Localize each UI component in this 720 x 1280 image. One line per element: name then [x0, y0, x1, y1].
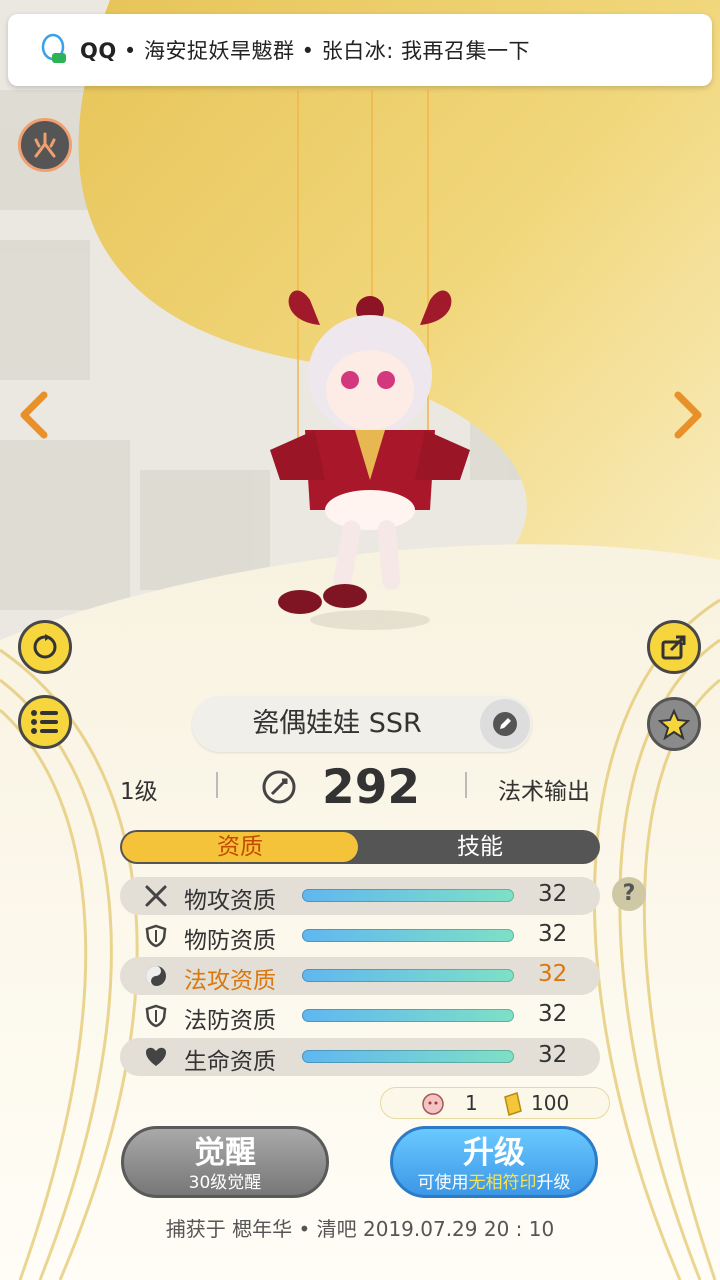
awaken-button[interactable]: 觉醒 30级觉醒 — [121, 1126, 329, 1198]
star-icon — [658, 708, 690, 740]
share-button[interactable] — [647, 620, 701, 674]
attribute-label: 生命资质 — [184, 1049, 276, 1075]
rename-button[interactable] — [480, 699, 530, 749]
candy-icon — [422, 1093, 444, 1115]
character-doll[interactable] — [250, 280, 490, 640]
attribute-row: 法防资质 32 — [120, 997, 600, 1035]
qq-penguin-icon — [41, 33, 66, 63]
coin-count: 100 — [531, 1091, 570, 1115]
awaken-sublabel: 30级觉醒 — [188, 1173, 262, 1193]
next-arrow-icon[interactable] — [668, 385, 708, 445]
attribute-value: 32 — [538, 1042, 568, 1068]
attribute-row: 物防资质 32 — [120, 917, 600, 955]
tab-skills[interactable]: 技能 — [360, 830, 600, 864]
attribute-bar — [302, 889, 514, 902]
attribute-row: 物攻资质 32 — [120, 877, 600, 915]
attribute-bar — [302, 1050, 514, 1063]
yin-yang-icon — [146, 966, 166, 986]
upgrade-label: 升级 — [463, 1135, 525, 1171]
list-icon — [31, 710, 58, 734]
capture-info: 捕获于 楒年华 • 清吧 2019.07.29 20 : 10 — [165, 1217, 555, 1241]
heart-icon — [146, 1047, 166, 1066]
attribute-bar — [302, 1009, 514, 1022]
attribute-bar — [302, 929, 514, 942]
fire-button[interactable] — [18, 118, 72, 172]
attribute-value: 32 — [538, 961, 568, 987]
attribute-bar — [302, 969, 514, 982]
refresh-icon — [33, 634, 57, 659]
shield-icon — [145, 1004, 167, 1028]
prev-arrow-icon[interactable] — [14, 385, 54, 445]
attribute-label: 物攻资质 — [184, 888, 276, 914]
attribute-value: 32 — [538, 921, 568, 947]
candy-count: 1 — [465, 1091, 478, 1115]
menu-button[interactable] — [18, 695, 72, 749]
crossed-swords-icon — [145, 885, 167, 907]
attribute-label: 物防资质 — [184, 928, 276, 954]
combat-power: 292 — [322, 760, 421, 815]
notification-app: QQ — [80, 39, 117, 63]
tab-aptitude[interactable]: 资质 — [122, 832, 358, 862]
divider — [216, 772, 218, 798]
notification-message: • 海安捉妖旱魃群 • 张白冰: 我再召集一下 — [123, 39, 530, 63]
attribute-row: 生命资质 32 — [120, 1038, 600, 1076]
favorite-button[interactable] — [647, 697, 701, 751]
share-icon — [661, 635, 686, 660]
upgrade-button[interactable]: 升级 可使用无相符印升级 — [390, 1126, 598, 1198]
attribute-label: 法防资质 — [184, 1008, 276, 1034]
pencil-icon — [493, 712, 517, 736]
attribute-row: 法攻资质 32 — [120, 957, 600, 995]
background-scene — [0, 0, 720, 1280]
attribute-value: 32 — [538, 1001, 568, 1027]
awaken-label: 觉醒 — [194, 1135, 256, 1171]
help-button[interactable]: ? — [612, 877, 646, 911]
upgrade-sub-prefix: 可使用 — [417, 1173, 469, 1193]
pet-role: 法术输出 — [498, 779, 590, 805]
divider — [465, 772, 467, 798]
pet-stats-row: 1级 292 法术输出 — [0, 760, 720, 820]
pet-name: 瓷偶娃娃 SSR — [252, 708, 422, 739]
combat-power-icon — [262, 770, 296, 804]
pet-name-pill: 瓷偶娃娃 SSR — [192, 696, 532, 752]
notification-banner[interactable]: QQ • 海安捉妖旱魃群 • 张白冰: 我再召集一下 — [8, 14, 712, 86]
refresh-button[interactable] — [18, 620, 72, 674]
upgrade-cost: 1 100 — [380, 1087, 610, 1119]
coin-icon — [504, 1092, 522, 1116]
fire-icon — [34, 132, 56, 158]
attribute-value: 32 — [538, 881, 568, 907]
upgrade-sublabel: 可使用无相符印升级 — [393, 1173, 595, 1193]
pet-level: 1级 — [120, 779, 158, 805]
attribute-label: 法攻资质 — [184, 968, 276, 994]
upgrade-sub-item: 无相符印 — [468, 1173, 537, 1193]
upgrade-sub-suffix: 升级 — [536, 1173, 571, 1193]
shield-icon — [145, 924, 167, 948]
tab-bar: 资质 技能 — [120, 830, 600, 864]
